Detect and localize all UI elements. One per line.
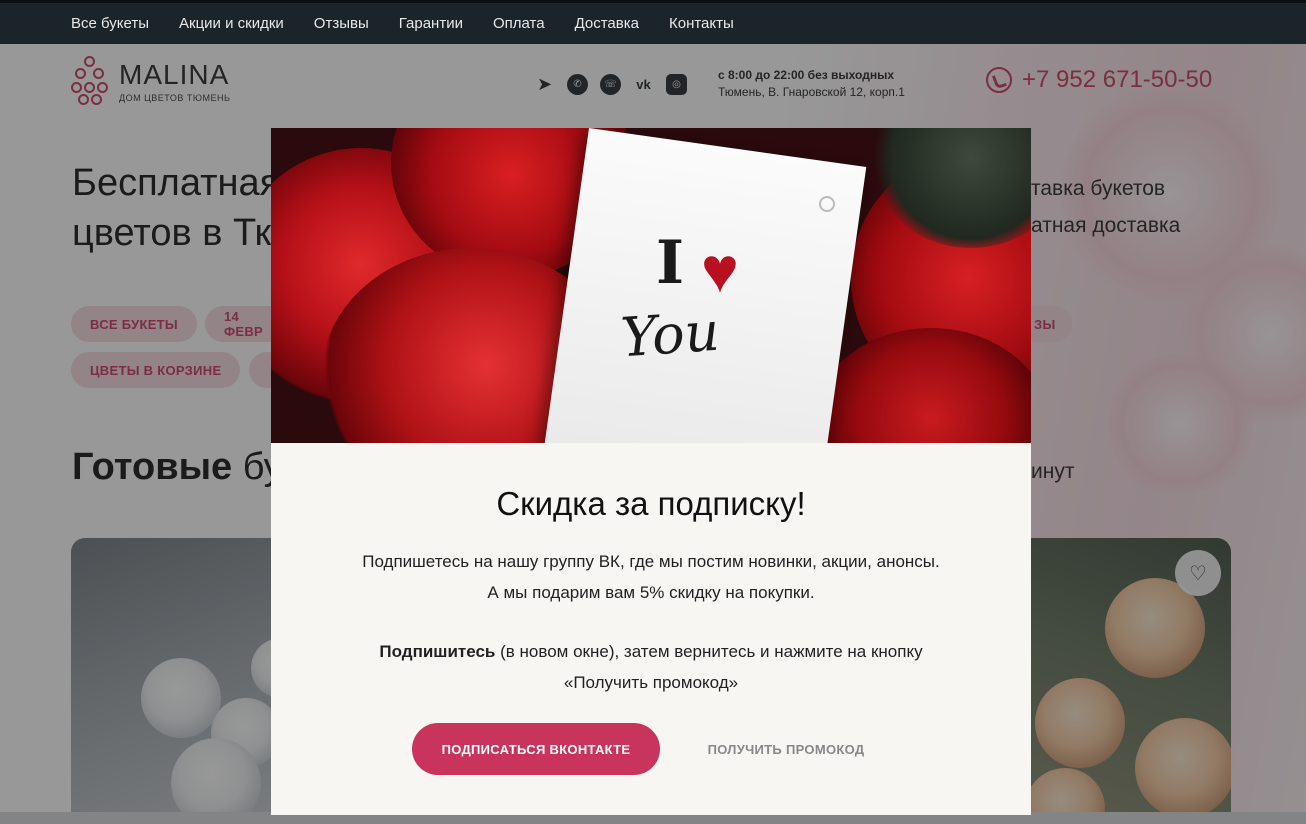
- nav-item-promotions[interactable]: Акции и скидки: [179, 15, 284, 32]
- heart-icon: ♥: [701, 234, 739, 306]
- nav-item-reviews[interactable]: Отзывы: [314, 15, 369, 32]
- instructions-line2: «Получить промокод»: [563, 673, 739, 692]
- modal-description-line1: Подпишетесь на нашу группу ВК, где мы по…: [362, 552, 940, 571]
- get-promo-code-button[interactable]: ПОЛУЧИТЬ ПРОМОКОД: [686, 723, 886, 775]
- note-hole: [819, 196, 835, 212]
- top-nav: Все букеты Акции и скидки Отзывы Гаранти…: [0, 0, 1306, 44]
- instructions-bold: Подпишитесь: [379, 642, 496, 661]
- modal-description: Подпишетесь на нашу группу ВК, где мы по…: [271, 546, 1031, 608]
- nav-item-guarantees[interactable]: Гарантии: [399, 15, 463, 32]
- nav-item-delivery[interactable]: Доставка: [575, 15, 639, 32]
- modal-instructions: Подпишитесь (в новом окне), затем вернит…: [271, 636, 1031, 698]
- modal-title: Скидка за подписку!: [496, 485, 806, 522]
- note-text-you: You: [618, 299, 722, 370]
- nav-item-payment[interactable]: Оплата: [493, 15, 545, 32]
- instructions-rest: (в новом окне), затем вернитесь и нажмит…: [495, 642, 923, 661]
- nav-item-contacts[interactable]: Контакты: [669, 15, 734, 32]
- modal-description-line2: А мы подарим вам 5% скидку на покупки.: [487, 583, 815, 602]
- note-text-i: I: [656, 228, 685, 298]
- subscribe-modal: I ♥ You Скидка за подписку! Подпишетесь …: [271, 128, 1031, 815]
- nav-item-all-bouquets[interactable]: Все букеты: [71, 15, 149, 32]
- subscribe-vk-button[interactable]: ПОДПИСАТЬСЯ ВКОНТАКТЕ: [412, 723, 660, 775]
- modal-hero-image: I ♥ You: [271, 128, 1031, 443]
